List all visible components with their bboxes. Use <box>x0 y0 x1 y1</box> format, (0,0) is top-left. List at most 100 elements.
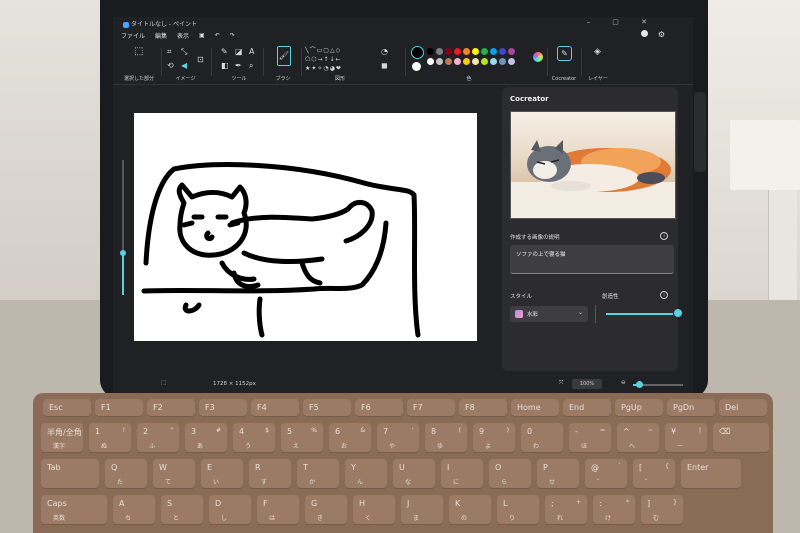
drawing-canvas[interactable] <box>134 113 477 341</box>
color-picker-icon[interactable]: ✒ <box>235 62 242 70</box>
edit-colors[interactable] <box>531 44 545 82</box>
prompt-input[interactable]: ソファの上で寝る猫 <box>510 245 674 274</box>
menu-file[interactable]: ファイル <box>121 31 145 40</box>
color-swatch[interactable] <box>472 58 479 65</box>
number-key[interactable]: 2 " ふ <box>137 423 179 453</box>
number-key[interactable]: 9) よ <box>473 423 515 453</box>
function-key[interactable]: F2 <box>147 399 195 417</box>
function-key[interactable]: PgDn <box>667 399 715 417</box>
letter-key[interactable]: Hく <box>353 495 395 525</box>
letter-key[interactable]: Oら <box>489 459 531 489</box>
number-key[interactable]: 3 # あ <box>185 423 227 453</box>
letter-key[interactable]: [{゜ <box>633 459 675 489</box>
color-swatch[interactable] <box>463 48 470 55</box>
color-swatch[interactable] <box>436 48 443 55</box>
zoom-out-icon[interactable]: ⊖ <box>621 380 626 386</box>
function-key[interactable]: F7 <box>407 399 455 417</box>
letter-key[interactable]: Fは <box>257 495 299 525</box>
secondary-color-swatch[interactable] <box>412 62 421 71</box>
redo-icon[interactable]: ↷ <box>230 32 235 39</box>
crop-icon[interactable]: ⌗ <box>167 48 172 56</box>
number-key[interactable]: 0わ <box>521 423 563 453</box>
letter-key[interactable]: Kの <box>449 495 491 525</box>
brush-size-knob[interactable] <box>120 250 126 256</box>
generated-image[interactable] <box>510 111 676 219</box>
menu-edit[interactable]: 編集 <box>155 31 167 40</box>
magnifier-icon[interactable]: ⌕ <box>249 62 253 70</box>
letter-key[interactable]: Uな <box>393 459 435 489</box>
number-key[interactable]: 5% え <box>281 423 323 453</box>
color-swatch[interactable] <box>463 58 470 65</box>
function-key[interactable]: End <box>563 399 611 417</box>
function-key[interactable]: F4 <box>251 399 299 417</box>
resize-icon[interactable]: ⤡ <box>181 48 187 56</box>
brush-size-slider[interactable] <box>120 160 126 295</box>
zoom-slider[interactable] <box>633 381 683 388</box>
zoom-level[interactable]: 100% <box>572 379 602 389</box>
primary-color-swatch[interactable] <box>411 46 424 59</box>
menu-view[interactable]: 表示 <box>177 31 189 40</box>
number-key[interactable]: 4 $ う <box>233 423 275 453</box>
group-brushes[interactable]: 🖌 ブラシ <box>268 44 298 82</box>
color-swatch[interactable] <box>445 48 452 55</box>
letter-key[interactable]: Pせ <box>537 459 579 489</box>
letter-key[interactable]: Lり <box>497 495 539 525</box>
function-key[interactable]: F1 <box>95 399 143 417</box>
zoom-slider-knob[interactable] <box>636 381 643 388</box>
color-swatch[interactable] <box>490 58 497 65</box>
function-key[interactable]: Esc <box>43 399 91 417</box>
save-icon[interactable]: ▣ <box>199 32 205 39</box>
number-key[interactable]: 半角/全角 漢字 <box>41 423 83 453</box>
letter-key[interactable]: Enter <box>681 459 741 489</box>
letter-key[interactable]: Eい <box>201 459 243 489</box>
color-swatch[interactable] <box>472 48 479 55</box>
settings-icon[interactable]: ⚙ <box>658 30 665 39</box>
color-swatch[interactable] <box>499 58 506 65</box>
number-key[interactable]: ¥ | ー <box>665 423 707 453</box>
function-key[interactable]: Del <box>719 399 767 417</box>
function-key[interactable]: F5 <box>303 399 351 417</box>
number-key[interactable]: 6 & お <box>329 423 371 453</box>
function-key[interactable]: PgUp <box>615 399 663 417</box>
cocreator-button[interactable]: ✎ Cocreator <box>549 44 579 82</box>
outline-icon[interactable]: ◔ <box>381 48 388 56</box>
rotate-icon[interactable]: ⟲ <box>167 62 174 70</box>
image-select-icon[interactable]: ⊡ <box>197 56 204 64</box>
letter-key[interactable]: Jま <box>401 495 443 525</box>
color-swatch[interactable] <box>481 48 488 55</box>
function-key[interactable]: F8 <box>459 399 507 417</box>
color-swatch[interactable] <box>499 48 506 55</box>
color-swatch[interactable] <box>436 58 443 65</box>
color-swatch[interactable] <box>454 48 461 55</box>
color-swatch[interactable] <box>508 58 515 65</box>
letter-key[interactable]: Iに <box>441 459 483 489</box>
number-key[interactable]: 8 (ゆ <box>425 423 467 453</box>
shapes-icon[interactable]: ╲⌒▭▢△◇ ⬠⬡→↑↓← ★✦✧◔◕❤ <box>305 46 342 73</box>
letter-key[interactable]: Qた <box>105 459 147 489</box>
letter-key[interactable]: ; + れ <box>545 495 587 525</box>
function-key[interactable]: F3 <box>199 399 247 417</box>
window-controls[interactable]: – ▢ ✕ <box>587 18 657 26</box>
letter-key[interactable]: Aち <box>113 495 155 525</box>
letter-key[interactable]: @ ` ゛ <box>585 459 627 489</box>
letter-key[interactable]: Tか <box>297 459 339 489</box>
letter-key[interactable]: Tab <box>41 459 99 489</box>
letter-key[interactable]: Wて <box>153 459 195 489</box>
creativity-info-icon[interactable]: i <box>660 291 668 299</box>
creativity-slider-knob[interactable] <box>674 309 682 317</box>
prompt-info-icon[interactable]: i <box>660 232 668 240</box>
account-icon[interactable] <box>640 30 648 37</box>
group-selection[interactable]: ⬚ 選択した部分 <box>119 44 159 83</box>
creativity-slider[interactable] <box>606 313 673 315</box>
color-swatch[interactable] <box>508 48 515 55</box>
letter-key[interactable]: Dし <box>209 495 251 525</box>
letter-key[interactable]: : * け <box>593 495 635 525</box>
text-icon[interactable]: A <box>249 48 254 56</box>
color-swatch[interactable] <box>445 58 452 65</box>
number-key[interactable]: - = ほ <box>569 423 611 453</box>
letter-key[interactable]: Gき <box>305 495 347 525</box>
number-key[interactable]: 1! ぬ <box>89 423 131 453</box>
letter-key[interactable]: Rす <box>249 459 291 489</box>
function-key[interactable]: Home <box>511 399 559 417</box>
letter-key[interactable]: Yん <box>345 459 387 489</box>
